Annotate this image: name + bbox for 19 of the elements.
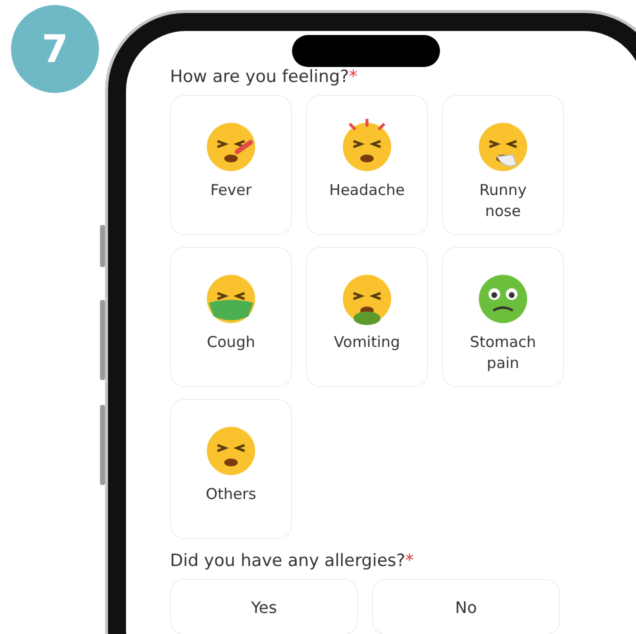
symptom-label: Stomach pain <box>468 332 538 374</box>
symptom-option-card[interactable]: Headache <box>306 95 428 235</box>
symptom-option-card[interactable]: Vomiting <box>306 247 428 387</box>
symptom-option-card[interactable]: Others <box>170 399 292 539</box>
symptom-label: Runny nose <box>478 180 528 222</box>
symptom-label: Headache <box>329 180 405 201</box>
symptom-label: Vomiting <box>334 332 400 353</box>
symptom-label: Others <box>206 484 256 505</box>
answer-option-button[interactable]: No <box>372 579 560 634</box>
symptom-label: Cough <box>206 332 256 353</box>
symptom-option-card[interactable]: Cough <box>170 247 292 387</box>
symptom-option-card[interactable]: Fever <box>170 95 292 235</box>
answer-option-button[interactable]: Yes <box>170 579 358 634</box>
question-label: Did you have any allergies?* <box>170 551 415 571</box>
step-number-badge: 7 <box>11 5 99 93</box>
question-label: How are you feeling?* <box>170 67 358 87</box>
symptom-label: Fever <box>210 180 252 201</box>
symptom-option-card[interactable]: Stomach pain <box>442 247 564 387</box>
symptom-option-card[interactable]: Runny nose <box>442 95 564 235</box>
